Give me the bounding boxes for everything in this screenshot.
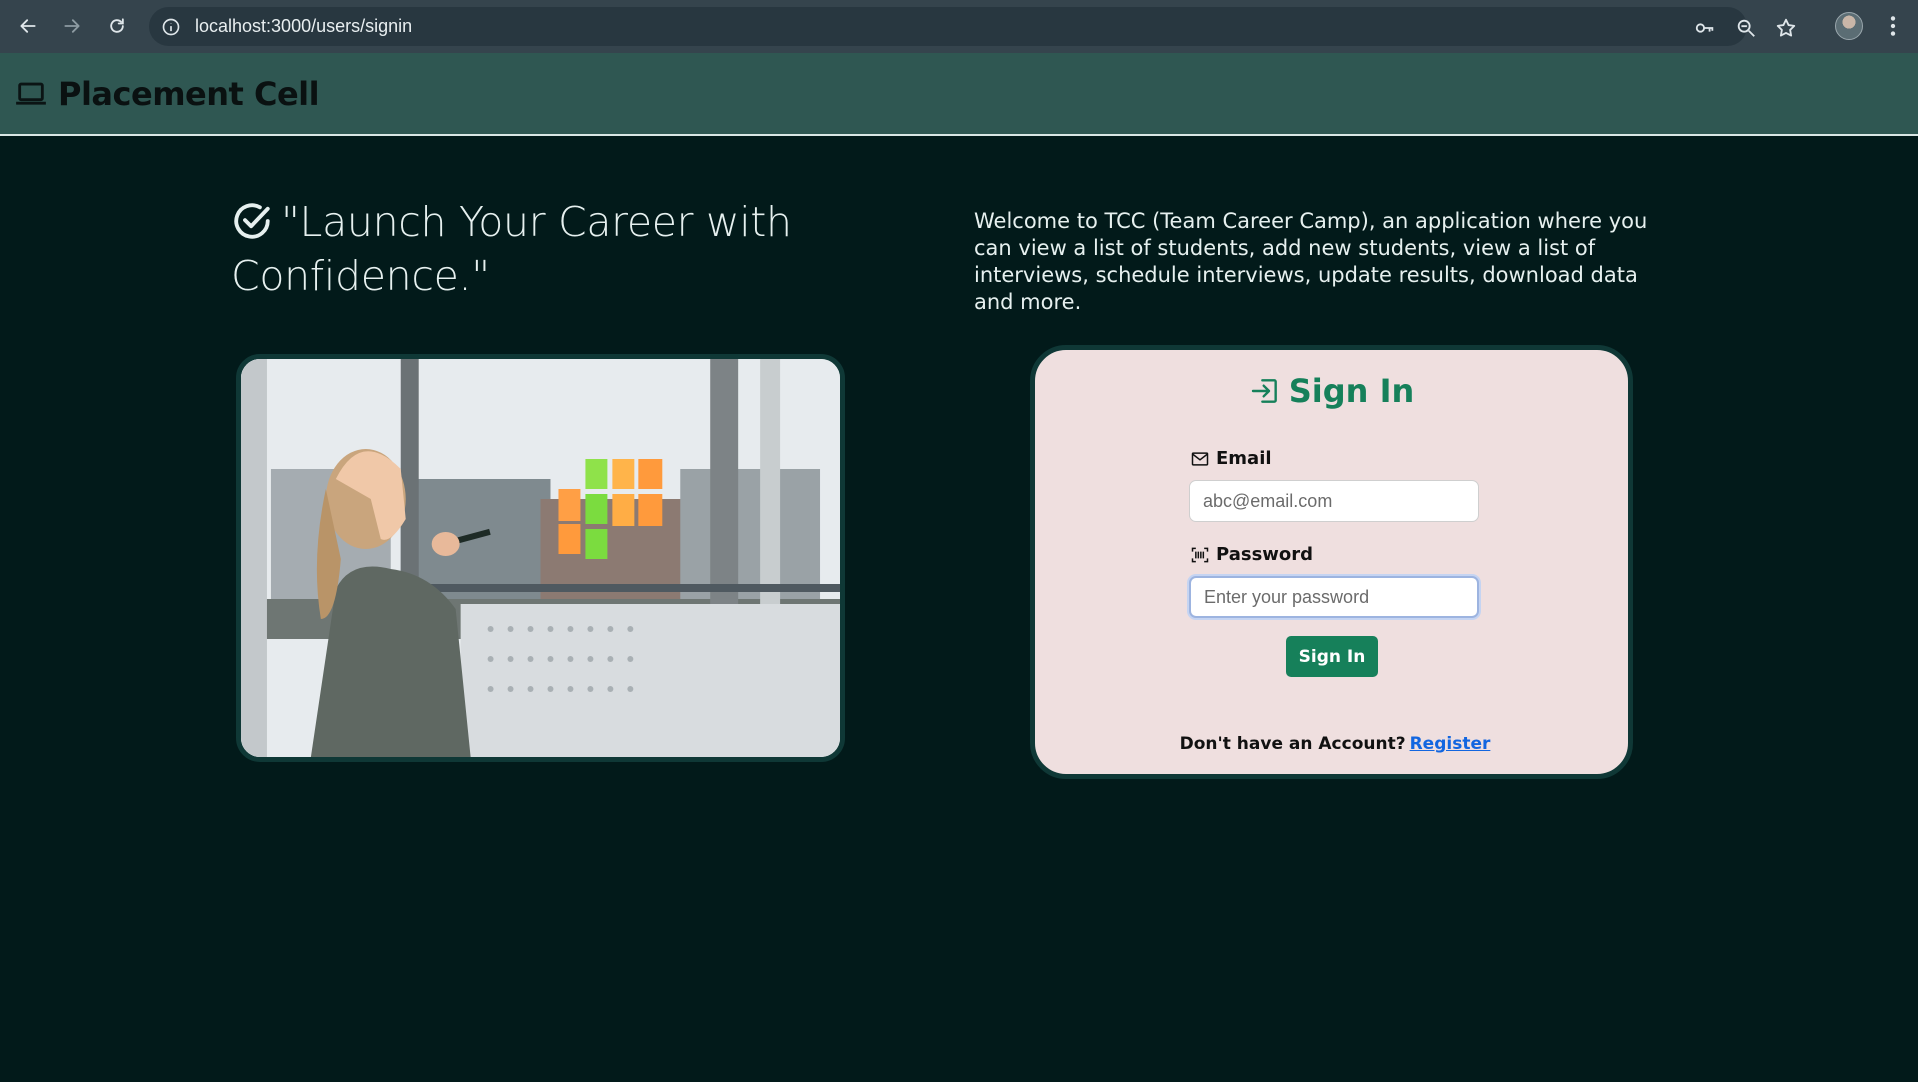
- star-icon[interactable]: [1775, 17, 1797, 39]
- browser-toolbar: localhost:3000/users/signin: [0, 0, 1918, 53]
- key-icon[interactable]: [1694, 17, 1716, 39]
- sign-in-button[interactable]: Sign In: [1286, 636, 1378, 677]
- email-label: Email: [1190, 448, 1272, 469]
- register-prompt: Don't have an Account? Register: [1035, 734, 1635, 754]
- back-arrow-icon[interactable]: [14, 12, 42, 40]
- signin-card: Sign In Email Password Sign In Don't hav…: [1030, 345, 1633, 779]
- hero-image: [236, 354, 845, 762]
- hero-tagline: "Launch Your Career with Confidence.": [231, 195, 831, 303]
- menu-dots-icon[interactable]: [1880, 13, 1906, 39]
- signin-title-text: Sign In: [1288, 372, 1415, 410]
- signin-title: Sign In: [1035, 372, 1628, 410]
- email-label-text: Email: [1216, 448, 1272, 469]
- info-icon[interactable]: [161, 17, 181, 37]
- address-bar[interactable]: localhost:3000/users/signin: [149, 7, 1796, 46]
- url-text[interactable]: localhost:3000/users/signin: [195, 16, 412, 37]
- profile-avatar[interactable]: [1835, 12, 1863, 40]
- brand-title: Placement Cell: [58, 75, 320, 113]
- password-label-text: Password: [1216, 544, 1314, 565]
- register-prompt-text: Don't have an Account?: [1179, 734, 1406, 754]
- tagline-text: "Launch Your Career with Confidence.": [231, 198, 792, 300]
- app-header: Placement Cell: [0, 53, 1918, 136]
- zoom-icon[interactable]: [1735, 17, 1757, 39]
- reload-icon[interactable]: [103, 12, 131, 40]
- sign-in-icon: [1251, 379, 1277, 403]
- welcome-text: Welcome to TCC (Team Career Camp), an ap…: [974, 209, 1648, 314]
- password-label: Password: [1190, 544, 1313, 565]
- register-link[interactable]: Register: [1410, 734, 1491, 754]
- laptop-icon: [16, 82, 46, 105]
- check-circle-icon: [234, 203, 270, 239]
- password-field-icon: [1191, 547, 1209, 562]
- email-field[interactable]: [1189, 480, 1479, 522]
- forward-arrow-icon[interactable]: [58, 12, 86, 40]
- envelope-icon: [1191, 451, 1209, 466]
- brand[interactable]: Placement Cell: [14, 75, 320, 113]
- password-field[interactable]: [1189, 576, 1479, 618]
